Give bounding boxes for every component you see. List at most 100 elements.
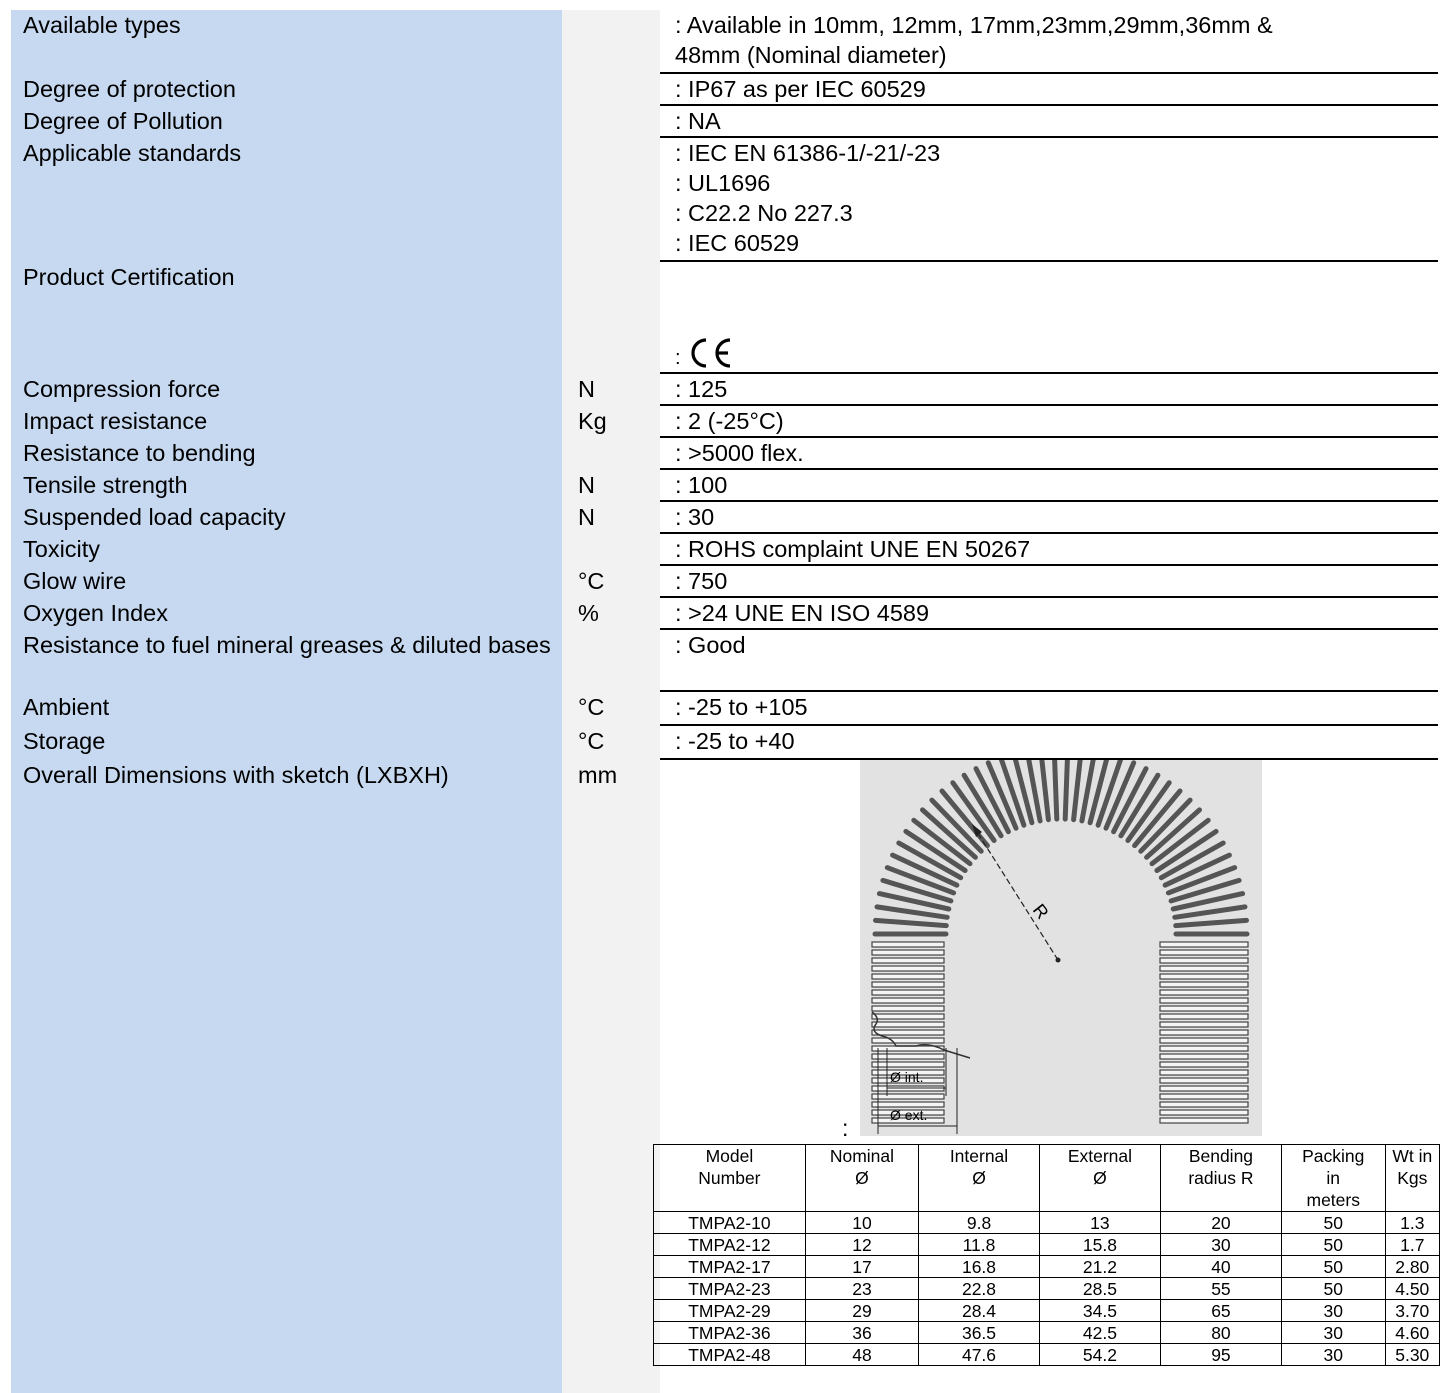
table-cell: 29 (804, 1299, 920, 1322)
table-cell: 30 (1159, 1233, 1282, 1256)
model-table-header-cell: External Ø (1038, 1144, 1161, 1212)
table-cell: 65 (1159, 1299, 1282, 1322)
table-cell: 36 (804, 1321, 920, 1344)
spec-label: Resistance to bending (23, 440, 256, 466)
conduit-rib (1159, 1029, 1249, 1036)
table-row: TMPA2-29 29 28.4 34.5 65 30 3.70 (653, 1299, 1440, 1322)
table-cell: 2.80 (1384, 1255, 1440, 1278)
table-cell: 1.3 (1384, 1211, 1440, 1234)
spec-unit: N (578, 472, 595, 498)
conduit-bend-sketch: R Ø int. Ø ext. (860, 745, 1262, 1136)
spec-value-line: : IP67 as per IEC 60529 (675, 76, 926, 102)
model-table-header-cell: Model Number (653, 1144, 806, 1212)
conduit-rib (1159, 1053, 1249, 1060)
spec-unit: °C (578, 728, 605, 754)
conduit-rib (1159, 1077, 1249, 1084)
header-line: Bending (1188, 1146, 1254, 1166)
spec-row-suspended-load-capacity: Suspended load capacity N : 30 (0, 502, 1440, 534)
conduit-rib (1159, 973, 1249, 980)
spec-label: Oxygen Index (23, 600, 169, 626)
spec-unit: Kg (578, 408, 607, 434)
table-cell: 48 (804, 1343, 920, 1366)
sketch-colon: : (842, 1115, 849, 1141)
spec-value-line: : -25 to +40 (675, 728, 795, 754)
table-row: TMPA2-12 12 11.8 15.8 30 50 1.7 (653, 1233, 1440, 1256)
spec-label: Glow wire (23, 568, 127, 594)
header-line: Ø (855, 1168, 869, 1188)
spec-value-line: : 30 (675, 504, 715, 530)
conduit-rib (1159, 1093, 1249, 1100)
spec-label: Suspended load capacity (23, 504, 286, 530)
conduit-rib (871, 965, 945, 972)
model-table-header-cell: Nominal Ø (804, 1144, 920, 1212)
conduit-rib (1159, 1037, 1249, 1044)
table-cell: 40 (1159, 1255, 1282, 1278)
conduit-rib (1159, 1005, 1249, 1012)
conduit-rib (871, 941, 945, 948)
conduit-rib (871, 957, 945, 964)
spec-value: : -25 to +40 (660, 726, 1438, 760)
spec-value-line: : C22.2 No 227.3 (675, 200, 853, 226)
conduit-rib (1159, 1045, 1249, 1052)
table-cell: 1.7 (1384, 1233, 1440, 1256)
table-row: TMPA2-48 48 47.6 54.2 95 30 5.30 (653, 1343, 1440, 1366)
spec-value-colon: : (675, 347, 681, 369)
spec-row-resistance-to-bending: Resistance to bending: >5000 flex. (0, 438, 1440, 470)
spec-label: Storage (23, 728, 106, 754)
spec-value-line: : -25 to +105 (675, 694, 808, 720)
header-line: Packing (1302, 1146, 1365, 1166)
model-table-header-cell: Internal Ø (918, 1144, 1040, 1212)
conduit-ribs (871, 745, 1250, 1124)
spec-value: : Good (660, 630, 1438, 692)
header-line: Internal (949, 1146, 1009, 1166)
conduit-rib (1071, 746, 1084, 823)
header-line: meters (1306, 1190, 1360, 1210)
spec-row-impact-resistance: Impact resistance Kg: 2 (-25°C) (0, 406, 1440, 438)
table-cell: 4.50 (1384, 1277, 1440, 1300)
header-line: Ø (972, 1168, 986, 1188)
model-table: Model Number Nominal Ø Internal Ø External Ø Ben… (653, 1144, 1440, 1366)
spec-row-compression-force: Compression force N: 125 (0, 374, 1440, 406)
spec-value: : 100 (660, 470, 1438, 502)
conduit-rib (1173, 917, 1249, 929)
conduit-rib (871, 1013, 945, 1020)
table-cell: 34.5 (1038, 1299, 1161, 1322)
spec-row-product-certification: Product Certification: (0, 262, 1440, 374)
table-cell: 54.2 (1038, 1343, 1161, 1366)
spec-row-applicable-standards: Applicable standards: IEC EN 61386-1/-21… (0, 138, 1440, 262)
spec-value: : >24 UNE EN ISO 4589 (660, 598, 1438, 630)
conduit-rib (1159, 981, 1249, 988)
spec-label: Overall Dimensions with sketch (LXBXH) (23, 762, 449, 788)
conduit-rib (871, 973, 945, 980)
conduit-rib (1159, 1069, 1249, 1076)
table-row: TMPA2-36 36 36.5 42.5 80 30 4.60 (653, 1321, 1440, 1344)
spec-value: : ROHS complaint UNE EN 50267 (660, 534, 1438, 566)
spec-unit: N (578, 376, 595, 402)
radius-line (971, 823, 1059, 961)
model-table-body: TMPA2-10 10 9.8 13 20 50 1.3 TMPA2-12 12 11.8 15.8… (653, 1211, 1440, 1366)
conduit-rib (873, 917, 949, 929)
spec-row-ambient: Ambient °C: -25 to +105 (0, 692, 1440, 726)
spec-label: Degree of Pollution (23, 108, 223, 134)
spec-unit: N (578, 504, 595, 530)
spec-value-line: : ROHS complaint UNE EN 50267 (675, 536, 1031, 562)
spec-value-line: : 100 (675, 472, 728, 498)
conduit-bend-drawing: R Ø int. Ø ext. (871, 745, 1250, 1134)
table-cell: 50 (1280, 1277, 1386, 1300)
table-cell: 20 (1159, 1211, 1282, 1234)
table-cell: 30 (1280, 1321, 1386, 1344)
spec-label: Tensile strength (23, 472, 188, 498)
conduit-rib (1159, 1109, 1249, 1116)
conduit-rib (871, 981, 945, 988)
spec-value-line: : >24 UNE EN ISO 4589 (675, 600, 930, 626)
header-line: Wt in (1392, 1146, 1433, 1166)
table-cell: 4.60 (1384, 1321, 1440, 1344)
table-cell: 42.5 (1038, 1321, 1161, 1344)
conduit-rib (1159, 989, 1249, 996)
table-cell: TMPA2-48 (653, 1343, 806, 1366)
bend-center-point (1055, 957, 1061, 963)
table-cell: 80 (1159, 1321, 1282, 1344)
spec-value: : (660, 262, 1438, 374)
spec-value: : -25 to +105 (660, 692, 1438, 726)
spec-value: : IEC EN 61386-1/-21/-23: UL1696: C22.2 … (660, 138, 1438, 262)
